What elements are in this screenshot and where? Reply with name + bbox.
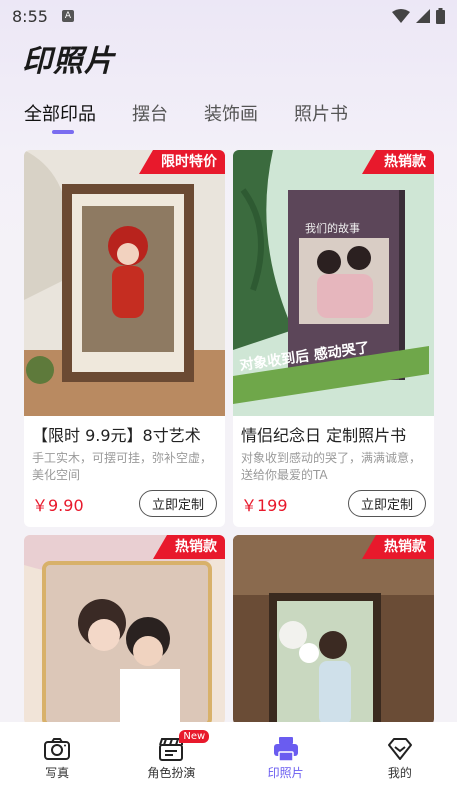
tab-decor-painting[interactable]: 装饰画	[204, 100, 258, 126]
nav-item-print-photo[interactable]: 印照片	[236, 734, 336, 812]
new-badge: New	[179, 730, 210, 743]
nav-label: 印照片	[267, 766, 304, 780]
product-title: 【限时 9.9元】8寸艺术	[32, 426, 201, 445]
nav-item-mine[interactable]: 我的	[350, 734, 450, 812]
product-card[interactable]: 热销款	[233, 535, 434, 725]
product-image-book: 我们的故事 对象收到后 感动哭了 热销款	[233, 150, 434, 416]
product-image-portrait: 热销款	[233, 535, 434, 725]
product-price: ￥199	[241, 495, 288, 515]
tab-photo-book[interactable]: 照片书	[294, 100, 348, 126]
nav-item-portrait[interactable]: 写真	[7, 734, 107, 812]
notification-a-icon: A	[61, 10, 74, 22]
product-badge: 限时特价	[139, 150, 225, 174]
nav-label: 角色扮演	[147, 766, 196, 780]
customize-button[interactable]: 立即定制	[347, 490, 426, 517]
wifi-icon	[392, 9, 410, 23]
product-desc: 手工实木，可摆可挂，弥补空虚，美化空间	[32, 451, 213, 482]
product-image-frame: 限时特价	[24, 150, 225, 416]
product-desc: 对象收到感动的哭了，满满诚意，送给你最爱的TA	[241, 451, 422, 482]
product-image-couple: 热销款	[24, 535, 225, 725]
status-time: 8:55	[12, 6, 48, 26]
camera-icon	[44, 738, 71, 760]
tab-all-prints[interactable]: 全部印品	[24, 100, 96, 134]
product-card[interactable]: 热销款	[24, 535, 225, 725]
tab-desk-frame[interactable]: 摆台	[132, 100, 168, 126]
diamond-icon	[387, 738, 412, 760]
product-card[interactable]: 限时特价 【限时 9.9元】8寸艺术 手工实木，可摆可挂，弥补空虚，美化空间 ￥…	[24, 150, 225, 527]
category-tabs: 全部印品 摆台 装饰画 照片书	[24, 100, 384, 134]
product-card[interactable]: 我们的故事 对象收到后 感动哭了 热销款 情侣纪念日 定制照片书 对象收到感动的…	[233, 150, 434, 527]
status-bar: 8:55 A	[0, 0, 457, 32]
customize-button[interactable]: 立即定制	[138, 490, 217, 517]
battery-icon	[436, 8, 445, 24]
product-title: 情侣纪念日 定制照片书	[241, 426, 407, 445]
nav-item-roleplay[interactable]: New 角色扮演	[121, 730, 221, 812]
bottom-nav: 写真 New 角色扮演 印照片 我的	[0, 722, 457, 812]
book-title: 我们的故事	[305, 222, 360, 235]
page-title: 印照片	[22, 44, 115, 79]
printer-icon	[273, 737, 298, 762]
status-icons	[392, 8, 445, 24]
signal-icon	[416, 9, 430, 23]
product-price: ￥9.90	[32, 495, 84, 515]
nav-label: 我的	[387, 766, 412, 780]
nav-label: 写真	[45, 766, 70, 780]
